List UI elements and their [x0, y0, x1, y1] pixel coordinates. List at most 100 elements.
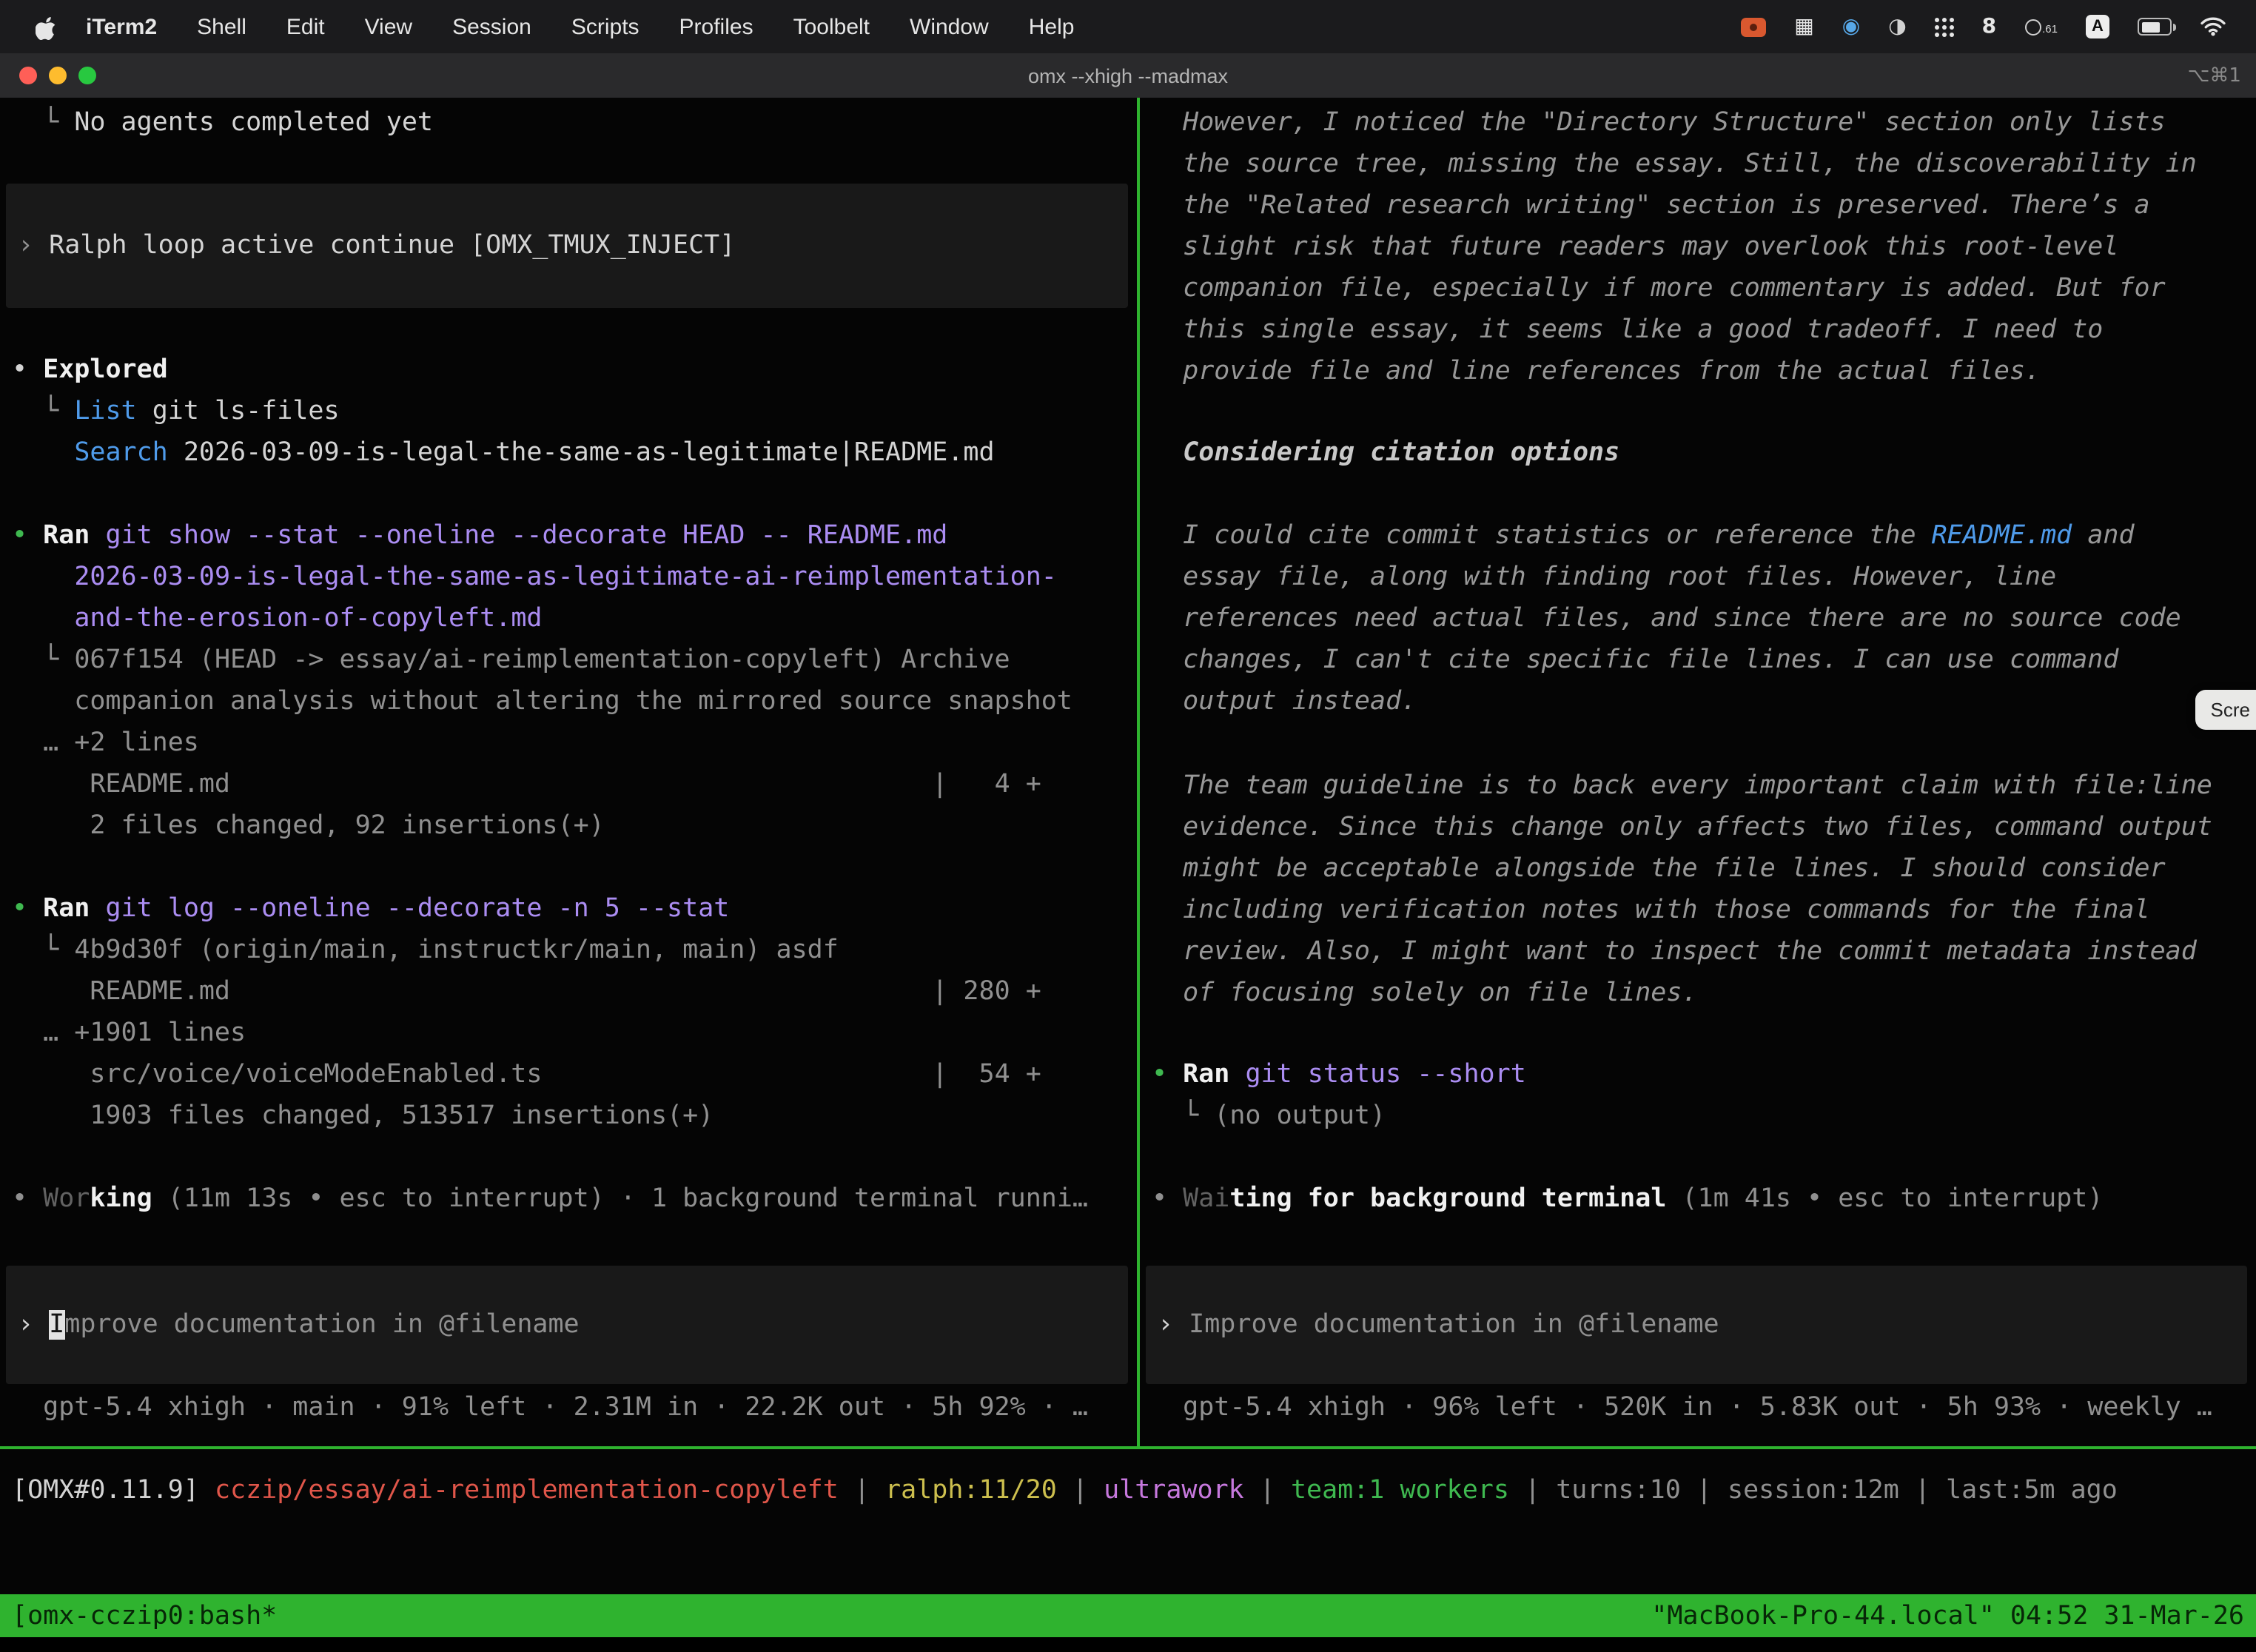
text-segment: references need actual files, and since … — [1152, 604, 2181, 634]
reasoning-paragraph-1: However, I noticed the "Directory Struct… — [1140, 102, 2256, 392]
explored-block: • Explored └ List git ls-files Search 20… — [0, 349, 1137, 474]
terminal-line: └ (no output) — [1152, 1095, 2244, 1137]
text-segment: 067f154 (HEAD -> essay/ai-reimplementati… — [74, 645, 1010, 675]
text-segment — [12, 438, 74, 468]
wifi-icon[interactable] — [2200, 16, 2226, 37]
browser-app-icon[interactable]: ◉ — [1842, 15, 1860, 38]
right-pane[interactable]: However, I noticed the "Directory Struct… — [1140, 98, 2256, 1594]
terminal-line: • Ran git show --stat --oneline --decora… — [12, 515, 1125, 557]
screen-recording-icon[interactable] — [1741, 17, 1766, 36]
zoom-button[interactable] — [78, 67, 96, 84]
text-segment: However, I noticed the "Directory Struct… — [1152, 108, 2166, 138]
prompt-input-left[interactable]: › Improve documentation in @filename — [6, 1266, 1128, 1384]
menu-item[interactable]: Profiles — [679, 14, 753, 39]
left-pane[interactable]: └ No agents completed yet › Ralph loop a… — [0, 98, 1137, 1594]
terminal-line: › Improve documentation in @filename — [18, 1304, 1116, 1346]
git-status-block: • Ran git status --short — [1140, 1054, 2256, 1095]
menu-item[interactable]: Shell — [197, 14, 246, 39]
apple-menu-icon[interactable] — [36, 14, 56, 39]
reasoning-paragraph-3: The team guideline is to back every impo… — [1140, 765, 2256, 1014]
text-segment: • — [12, 1184, 43, 1214]
text-segment — [90, 521, 105, 551]
text-segment: and — [2072, 521, 2134, 551]
battery-gauge-icon[interactable]: .61 — [2024, 19, 2058, 35]
text-segment: turns:10 — [1556, 1476, 1681, 1505]
horizontal-pane-divider — [0, 1446, 2256, 1449]
text-segment: Search — [74, 438, 167, 468]
stats-app-icon[interactable]: 8 — [1982, 15, 1997, 38]
menu-item[interactable]: View — [365, 14, 413, 39]
terminal-line: this single essay, it seems like a good … — [1152, 309, 2244, 351]
text-segment: provide file and line references from th… — [1152, 357, 2041, 386]
terminal-line: gpt-5.4 xhigh · main · 91% left · 2.31M … — [12, 1387, 1125, 1428]
terminal-line: › Ralph loop active continue [OMX_TMUX_I… — [18, 225, 1116, 266]
text-segment: git ls-files — [137, 397, 340, 426]
terminal-line: [OMX#0.11.9] cczip/essay/ai-reimplementa… — [12, 1470, 2244, 1511]
terminal-line: I could cite commit statistics or refere… — [1152, 515, 2244, 557]
dots-grid-icon[interactable] — [1935, 17, 1954, 36]
text-segment — [90, 894, 105, 924]
text-segment: git show --stat --oneline --decorate HEA… — [105, 521, 947, 551]
text-segment: └ — [12, 645, 74, 675]
terminal-line: review. Also, I might want to inspect th… — [1152, 931, 2244, 973]
text-segment: last:5m ago — [1946, 1476, 2118, 1505]
no-output-line: └ (no output) — [1140, 1095, 2256, 1137]
menu-item[interactable]: Scripts — [571, 14, 639, 39]
text-segment: Considering citation options — [1152, 438, 1619, 468]
disc-app-icon[interactable]: ◑ — [1888, 15, 1906, 38]
menu-item[interactable]: Toolbelt — [793, 14, 870, 39]
text-segment — [542, 1060, 932, 1089]
text-segment: … +1901 lines — [12, 1018, 246, 1048]
text-segment: 2026-03-09-is-legal-the-same-as-legitima… — [74, 563, 1057, 592]
text-segment: essay file, along with finding root file… — [1152, 563, 2056, 592]
text-segment: README.md — [12, 770, 230, 799]
tmux-session-label[interactable]: [omx-cczip0:bash* — [12, 1601, 277, 1631]
text-segment: • — [1152, 1184, 1183, 1214]
text-segment: 2 files changed, 92 insertions(+) — [12, 811, 605, 841]
tmux-status-bar: [omx-cczip0:bash* "MacBook-Pro-44.local"… — [0, 1594, 2256, 1637]
menu-item-app[interactable]: iTerm2 — [86, 14, 157, 39]
text-segment: 2026-03-09-is-legal-the-same-as-legitima… — [168, 438, 995, 468]
text-segment: Ralph loop active continue [OMX_TMUX_INJ… — [49, 231, 735, 261]
text-segment: | 54 + — [932, 1060, 1041, 1089]
text-segment: this single essay, it seems like a good … — [1152, 315, 2103, 345]
minimize-button[interactable] — [49, 67, 67, 84]
text-segment: I could cite commit statistics or refere… — [1152, 521, 1932, 551]
screenshot-notification[interactable]: Scre — [2196, 690, 2256, 730]
text-segment — [12, 604, 74, 634]
git-log-block: • Ran git log --oneline --decorate -n 5 … — [0, 888, 1137, 1137]
window-title-bar[interactable]: omx --xhigh --madmax ⌥⌘1 — [0, 53, 2256, 98]
menu-item[interactable]: Window — [910, 14, 989, 39]
text-segment: companion file, especially if more comme… — [1152, 274, 2166, 303]
text-segment: companion analysis without altering the … — [12, 687, 1072, 716]
terminal-line: • Ran git log --oneline --decorate -n 5 … — [12, 888, 1125, 930]
menu-item[interactable]: Help — [1029, 14, 1075, 39]
grid-app-icon[interactable]: ▦ — [1794, 15, 1813, 38]
text-segment: | — [1681, 1476, 1728, 1505]
text-segment: (1m 41s • esc to interrupt) — [1666, 1184, 2103, 1214]
ralph-loop-banner[interactable]: › Ralph loop active continue [OMX_TMUX_I… — [6, 184, 1128, 308]
terminal-line: of focusing solely on file lines. — [1152, 973, 2244, 1014]
prompt-input-right[interactable]: › Improve documentation in @filename — [1146, 1266, 2247, 1384]
terminal-line: references need actual files, and since … — [1152, 598, 2244, 639]
text-segment: └ (no output) — [1152, 1101, 1386, 1131]
menu-item[interactable]: Edit — [286, 14, 325, 39]
text-segment: 1903 files changed, 513517 insertions(+) — [12, 1101, 714, 1131]
menu-item[interactable]: Session — [452, 14, 531, 39]
text-segment: git log --oneline --decorate -n 5 --stat — [105, 894, 729, 924]
terminal-line: └ List git ls-files — [12, 391, 1125, 432]
text-segment: Wor — [43, 1184, 90, 1214]
text-segment: No agents completed yet — [74, 108, 433, 138]
window-title: omx --xhigh --madmax — [1028, 64, 1228, 87]
close-button[interactable] — [19, 67, 37, 84]
battery-icon[interactable] — [2138, 18, 2172, 36]
input-source-icon[interactable]: A — [2086, 15, 2109, 38]
terminal-line: 1903 files changed, 513517 insertions(+) — [12, 1095, 1125, 1137]
text-segment: └ — [12, 397, 74, 426]
window-shortcut-badge: ⌥⌘1 — [2187, 64, 2241, 87]
text-segment: Explored — [43, 355, 168, 385]
terminal-line: README.md | 280 + — [12, 971, 1125, 1013]
text-segment: evidence. Since this change only affects… — [1152, 813, 2212, 842]
battery-fill — [2141, 21, 2160, 32]
traffic-lights — [19, 67, 96, 84]
